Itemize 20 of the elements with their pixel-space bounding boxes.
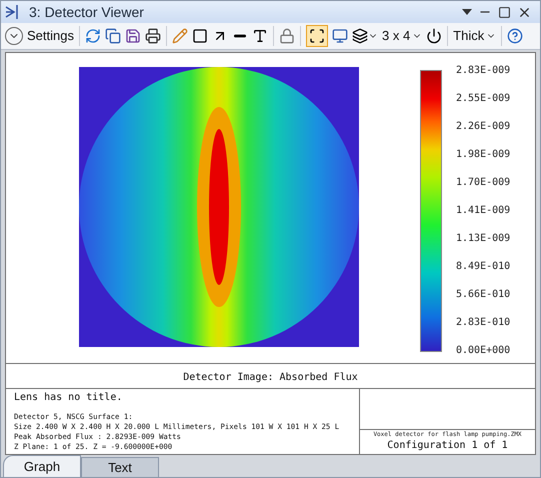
line-style-dropdown[interactable]: Thick	[453, 26, 496, 46]
tab[interactable]: Text	[81, 457, 159, 477]
colorbar-label: 1.13E-009	[456, 233, 510, 245]
tab[interactable]: Graph	[3, 455, 81, 477]
layout-dropdown[interactable]: 3 x 4	[382, 26, 422, 46]
colorbar-label: 8.49E-010	[456, 261, 510, 273]
configuration-label: Configuration 1 of 1	[387, 440, 508, 452]
plot-caption: Detector Image: Absorbed Flux	[183, 372, 358, 383]
colorbar-label: 1.98E-009	[456, 149, 510, 161]
colorbar-label: 5.66E-010	[456, 289, 510, 301]
lens-title: Lens has no title.	[14, 391, 124, 404]
window-title: 3: Detector Viewer	[29, 2, 144, 22]
colorbar-label: 2.83E-010	[456, 317, 510, 329]
colorbar-label: 2.26E-009	[456, 121, 510, 133]
colorbar-label: 2.83E-009	[456, 65, 510, 77]
colorbar-label: 2.55E-009	[456, 93, 510, 105]
colorbar-label: 0.00E+000	[456, 345, 510, 357]
colorbar-label: 1.70E-009	[456, 177, 510, 189]
settings-button[interactable]: Settings	[5, 26, 74, 46]
colorbar-label: 1.41E-009	[456, 205, 510, 217]
